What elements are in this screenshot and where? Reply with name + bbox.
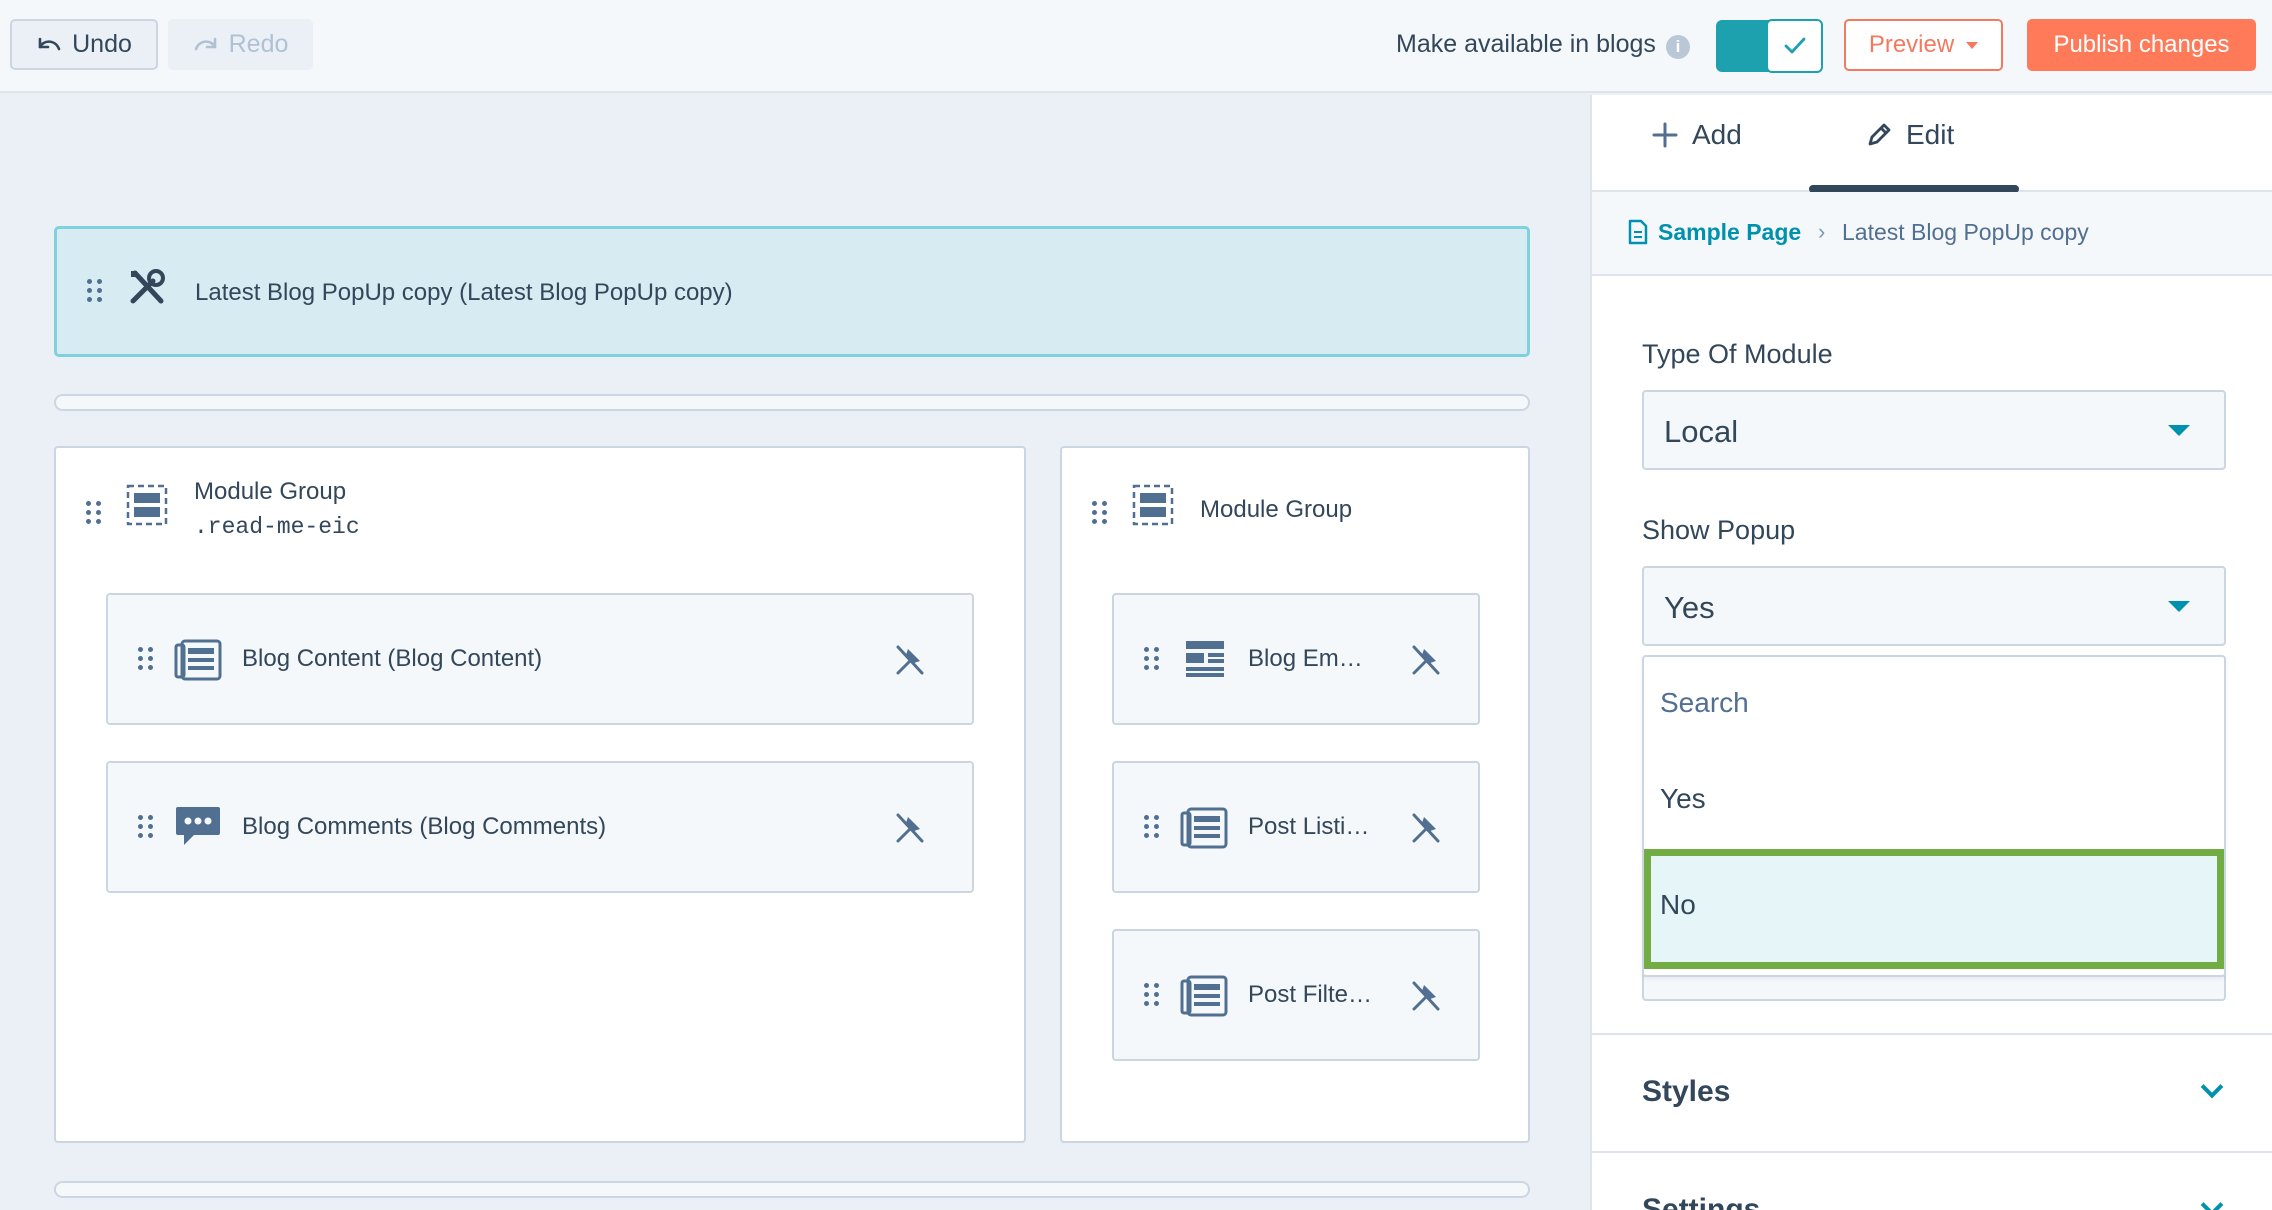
module-card[interactable]: Blog Em… [1112, 593, 1480, 725]
edit-panel: Add Edit Sample Page › Latest Blog PopUp… [1590, 95, 2272, 1210]
redo-label: Redo [228, 30, 289, 58]
breadcrumb-page-link[interactable]: Sample Page [1658, 219, 1801, 246]
module-group-icon [126, 484, 168, 526]
chevron-down-icon [2200, 1193, 2224, 1210]
show-popup-select[interactable]: Yes [1642, 566, 2226, 646]
tab-edit-label: Edit [1906, 119, 1955, 150]
drag-handle-icon[interactable] [1144, 815, 1159, 838]
pin-off-icon[interactable] [894, 811, 926, 845]
preview-button[interactable]: Preview [1844, 19, 2003, 71]
option-no[interactable]: No [1644, 849, 2224, 969]
blog-email-icon [1186, 641, 1224, 677]
styles-title: Styles [1642, 1075, 1731, 1108]
publish-label: Publish changes [2053, 31, 2230, 58]
module-card[interactable]: Blog Content (Blog Content) [106, 593, 974, 725]
undo-label: Undo [72, 30, 132, 58]
selected-module-title: Latest Blog PopUp copy (Latest Blog PopU… [195, 279, 733, 306]
post-listing-icon [1180, 807, 1228, 849]
type-of-module-label: Type Of Module [1642, 339, 1833, 369]
page-icon [1628, 219, 1648, 245]
drag-handle-icon[interactable] [138, 647, 153, 670]
pencil-icon [1868, 123, 1891, 146]
module-group-title: Module Group [194, 478, 347, 505]
preview-label: Preview [1868, 31, 1955, 58]
info-icon[interactable]: i [1666, 35, 1690, 59]
type-of-module-value: Local [1664, 414, 1739, 449]
drag-handle-icon[interactable] [1144, 647, 1159, 670]
post-filter-icon [1180, 975, 1228, 1017]
module-card-title: Post Filte… [1248, 981, 1373, 1008]
comments-icon [176, 807, 220, 845]
tab-edit[interactable]: Edit [1866, 119, 1954, 151]
checkmark-icon [1784, 37, 1805, 54]
breadcrumb-current: Latest Blog PopUp copy [1842, 219, 2089, 245]
redo-button[interactable]: Redo [168, 19, 313, 70]
selected-module[interactable]: Latest Blog PopUp copy (Latest Blog PopU… [54, 226, 1530, 357]
tab-add-label: Add [1692, 119, 1742, 150]
drag-handle-icon[interactable] [87, 279, 102, 302]
drag-handle-icon[interactable] [1144, 983, 1159, 1006]
caret-down-icon [1966, 41, 1979, 49]
redo-icon [194, 37, 216, 50]
editor-canvas: Latest Blog PopUp copy (Latest Blog PopU… [0, 95, 1590, 1210]
toggle-knob[interactable] [1766, 19, 1823, 73]
tools-icon [130, 269, 165, 304]
styles-section[interactable]: Styles [1592, 1033, 2272, 1151]
module-card[interactable]: Post Filte… [1112, 929, 1480, 1061]
pin-off-icon[interactable] [894, 643, 926, 677]
breadcrumb-separator: › [1818, 219, 1826, 244]
publish-changes-button[interactable]: Publish changes [2027, 19, 2256, 71]
settings-section[interactable]: Settings [1592, 1151, 2272, 1210]
search-placeholder: Search [1660, 687, 1749, 718]
pin-off-icon[interactable] [1410, 979, 1442, 1013]
settings-title: Settings [1642, 1193, 1761, 1210]
blog-content-icon [174, 639, 222, 681]
top-toolbar: Undo Redo Make available in blogs i Prev… [0, 0, 2272, 93]
module-card[interactable]: Post Listi… [1112, 761, 1480, 893]
module-card-title: Blog Content (Blog Content) [242, 645, 543, 672]
pin-off-icon[interactable] [1410, 811, 1442, 845]
tab-add[interactable]: Add [1652, 119, 1742, 151]
undo-icon [38, 37, 61, 50]
module-card-title: Blog Em… [1248, 645, 1363, 672]
caret-down-icon [2168, 601, 2190, 612]
module-group-icon [1132, 484, 1174, 526]
drag-handle-icon[interactable] [138, 815, 153, 838]
chevron-down-icon [2200, 1075, 2224, 1099]
option-yes[interactable]: Yes [1644, 753, 2224, 845]
panel-tabs: Add Edit [1592, 95, 2272, 193]
empty-row-bar[interactable] [54, 394, 1530, 411]
module-card-title: Post Listi… [1248, 813, 1370, 840]
plus-icon [1652, 122, 1678, 148]
option-no-label: No [1660, 889, 1696, 920]
module-group-left[interactable]: Module Group .read-me-eic Blog Content (… [54, 446, 1026, 1143]
pin-off-icon[interactable] [1410, 643, 1442, 677]
empty-row-bar[interactable] [54, 1181, 1530, 1198]
module-group-right[interactable]: Module Group Blog Em… Post Listi… Post F… [1060, 446, 1530, 1143]
module-card[interactable]: Blog Comments (Blog Comments) [106, 761, 974, 893]
caret-down-icon [2168, 425, 2190, 436]
option-yes-label: Yes [1660, 783, 1706, 814]
show-popup-dropdown: Search Yes No [1642, 655, 2226, 977]
drag-handle-icon[interactable] [86, 501, 101, 524]
show-popup-value: Yes [1664, 590, 1715, 625]
undo-button[interactable]: Undo [10, 19, 158, 70]
module-card-title: Blog Comments (Blog Comments) [242, 813, 607, 840]
module-group-class: .read-me-eic [194, 514, 360, 540]
dropdown-search-input[interactable]: Search [1644, 657, 2224, 749]
drag-handle-icon[interactable] [1092, 501, 1107, 524]
show-popup-label: Show Popup [1642, 515, 1796, 545]
module-group-title: Module Group [1200, 496, 1353, 523]
type-of-module-select[interactable]: Local [1642, 390, 2226, 470]
make-available-label: Make available in blogs [1396, 30, 1656, 58]
